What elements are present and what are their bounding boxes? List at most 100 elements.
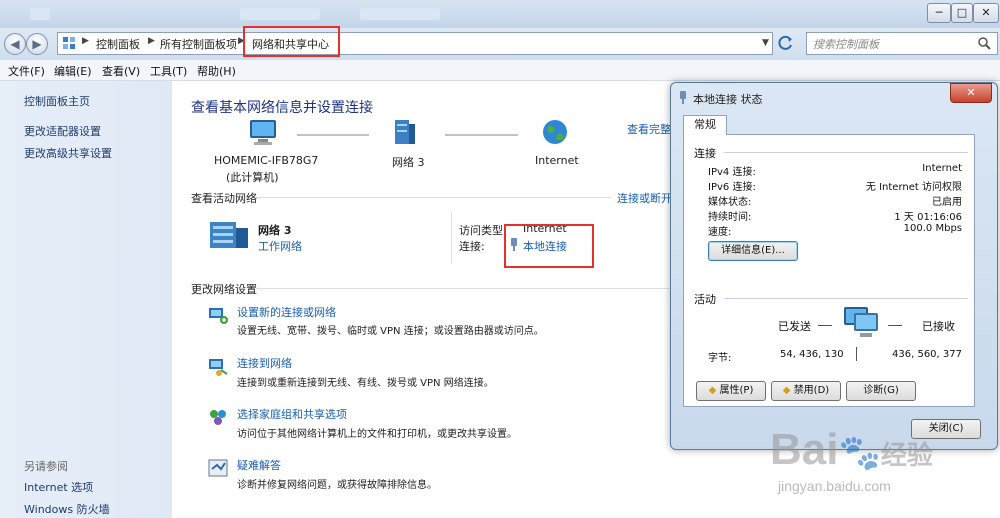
menu-edit[interactable]: 编辑(E) (54, 63, 92, 79)
task-description: 访问位于其他网络计算机上的文件和打印机，或更改共享设置。 (237, 429, 517, 440)
ipv4-label: IPv4 连接: (708, 167, 756, 178)
globe-icon (541, 118, 569, 146)
search-placeholder: 搜索控制面板 (813, 38, 879, 51)
dialog-close-button[interactable]: ✕ (950, 83, 992, 103)
divider (888, 325, 902, 326)
details-button[interactable]: 详细信息(E)... (708, 241, 798, 261)
chevron-right-icon[interactable]: ▶ (148, 36, 155, 46)
duration-label: 持续时间: (708, 212, 752, 223)
building-network-icon (208, 214, 250, 250)
sidebar-link-home[interactable]: 控制面板主页 (24, 93, 90, 109)
baidu-watermark: Bai🐾经验 (770, 425, 933, 475)
search-icon[interactable] (977, 36, 991, 50)
tab-general[interactable]: 常规 (683, 115, 727, 135)
active-network-name: 网络 3 (258, 224, 292, 237)
setup-connection-icon (207, 304, 229, 326)
divider (724, 298, 968, 299)
paw-icon: 🐾 (838, 434, 881, 472)
active-networks-heading: 查看活动网络 (191, 192, 257, 205)
sent-label: 已发送 (778, 320, 811, 333)
refresh-icon[interactable] (778, 35, 794, 51)
divider (724, 152, 968, 153)
properties-button-label: 属性(P) (719, 385, 754, 396)
menu-view[interactable]: 查看(V) (102, 63, 140, 79)
breadcrumb-control-panel[interactable]: 控制面板 (96, 36, 140, 52)
breadcrumb-all-items[interactable]: 所有控制面板项 (160, 36, 237, 52)
window-titlebar: ─ □ ✕ (0, 0, 1000, 28)
task-setup-connection[interactable]: 设置新的连接或网络 (237, 304, 336, 320)
view-full-map-link[interactable]: 查看完整 (627, 121, 671, 137)
see-also-heading: 另请参阅 (24, 460, 68, 473)
ipv6-value: 无 Internet 访问权限 (865, 182, 962, 193)
connection-line (297, 134, 369, 136)
received-label: 已接收 (922, 320, 955, 333)
task-homegroup[interactable]: 选择家庭组和共享选项 (237, 406, 347, 422)
blurred-tab (30, 8, 50, 20)
disable-button-label: 禁用(D) (793, 385, 830, 396)
menu-tools[interactable]: 工具(T) (150, 63, 187, 79)
search-input[interactable]: 搜索控制面板 (806, 32, 998, 55)
activity-section-heading: 活动 (694, 293, 716, 306)
address-bar[interactable]: ▶ 控制面板 ▶ 所有控制面板项 ▶ 网络和共享中心 ▼ (57, 32, 773, 55)
network-icon (393, 118, 417, 146)
task-connect-network[interactable]: 连接到网络 (237, 355, 292, 371)
watermark-url: jingyan.baidu.com (778, 478, 891, 494)
connect-network-icon (207, 355, 229, 377)
dialog-title: 本地连接 状态 (693, 93, 763, 106)
access-type-label: 访问类型: (459, 224, 507, 237)
highlight-box (504, 224, 594, 268)
menu-help[interactable]: 帮助(H) (197, 63, 236, 79)
computer-icon (248, 118, 278, 146)
chevron-right-icon[interactable]: ▶ (82, 36, 89, 46)
sidebar-link-sharing[interactable]: 更改高级共享设置 (24, 145, 112, 161)
diagnose-button[interactable]: 诊断(G) (846, 381, 916, 401)
task-description: 连接到或重新连接到无线、有线、拨号或 VPN 网络连接。 (237, 378, 494, 389)
computer-sub-label: (此计算机) (226, 171, 279, 184)
chevron-down-icon[interactable]: ▼ (762, 38, 769, 48)
ethernet-icon (679, 90, 687, 104)
forward-icon[interactable]: ▶ (26, 33, 48, 55)
speed-value: 100.0 Mbps (903, 223, 962, 234)
homegroup-icon (207, 406, 229, 428)
sidebar-link-adapter[interactable]: 更改适配器设置 (24, 123, 101, 139)
page-title: 查看基本网络信息并设置连接 (191, 100, 373, 116)
task-description: 设置无线、宽带、拨号、临时或 VPN 连接；或设置路由器或访问点。 (237, 326, 544, 337)
internet-label: Internet (535, 154, 579, 167)
divider (451, 212, 452, 264)
close-button[interactable]: ✕ (973, 3, 999, 23)
troubleshoot-icon (207, 457, 229, 479)
divider (256, 288, 669, 289)
network-type-link[interactable]: 工作网络 (258, 238, 302, 254)
connect-disconnect-link[interactable]: 连接或断开 (617, 190, 672, 206)
duration-value: 1 天 01:16:06 (894, 212, 962, 223)
dialog-panel: 连接 IPv4 连接: Internet IPv6 连接: 无 Internet… (683, 134, 975, 407)
divider (856, 347, 857, 361)
sidebar-link-firewall[interactable]: Windows 防火墙 (24, 501, 110, 517)
shield-icon: ◆ (782, 385, 791, 396)
control-panel-icon (62, 36, 76, 50)
blurred-tab (240, 8, 320, 20)
sidebar-link-internet-options[interactable]: Internet 选项 (24, 479, 93, 495)
network-label: 网络 3 (392, 156, 425, 169)
back-icon[interactable]: ◀ (4, 33, 26, 55)
computer-name: HOMEMIC-IFB78G7 (214, 154, 319, 167)
task-troubleshoot[interactable]: 疑难解答 (237, 457, 281, 473)
change-settings-heading: 更改网络设置 (191, 283, 257, 296)
bytes-received: 436, 560, 377 (892, 349, 962, 360)
disable-button[interactable]: ◆ 禁用(D) (771, 381, 841, 401)
watermark-suffix: 经验 (880, 440, 933, 470)
maximize-button[interactable]: □ (951, 3, 973, 23)
ipv4-value: Internet (922, 163, 962, 174)
watermark-brand: Bai (770, 425, 839, 474)
media-state-label: 媒体状态: (708, 197, 752, 208)
sidebar: 控制面板主页 更改适配器设置 更改高级共享设置 另请参阅 Internet 选项… (0, 81, 172, 518)
task-description: 诊断并修复网络问题，或获得故障排除信息。 (237, 480, 437, 491)
menu-file[interactable]: 文件(F) (8, 63, 45, 79)
minimize-button[interactable]: ─ (927, 3, 951, 23)
speed-label: 速度: (708, 227, 732, 238)
bytes-sent: 54, 436, 130 (780, 349, 844, 360)
ipv6-label: IPv6 连接: (708, 182, 756, 193)
connection-line (445, 134, 518, 136)
properties-button[interactable]: ◆ 属性(P) (696, 381, 766, 401)
bytes-label: 字节: (708, 353, 732, 364)
